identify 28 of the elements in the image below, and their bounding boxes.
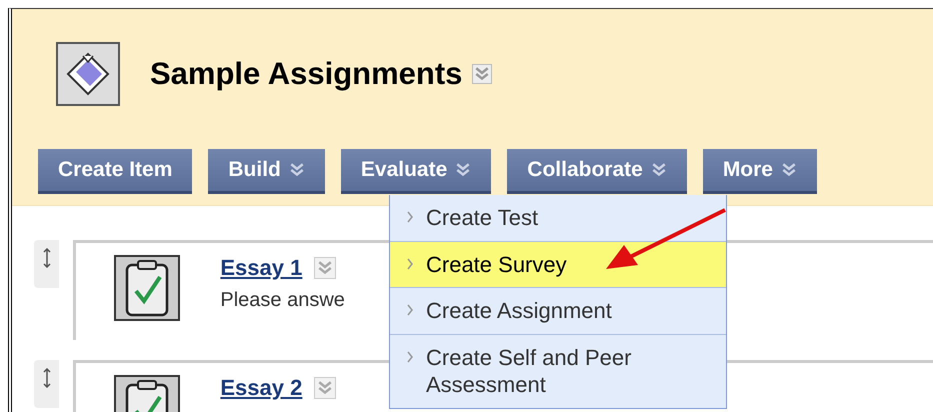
chevron-icon <box>650 162 667 178</box>
drag-handle[interactable] <box>34 360 60 408</box>
toolbar-button[interactable]: More <box>702 149 817 194</box>
menu-item[interactable]: Create Survey <box>390 240 726 287</box>
clipboard-icon <box>114 255 180 321</box>
drag-handle[interactable] <box>34 240 60 288</box>
chevron-icon <box>472 64 492 84</box>
menu-item[interactable]: Create Test <box>390 195 726 240</box>
chevron-right-icon <box>406 256 414 270</box>
toolbar-button[interactable]: Evaluate <box>340 149 492 194</box>
item-title-link[interactable]: Essay 2 <box>220 375 302 401</box>
course-icon <box>56 42 120 106</box>
chevron-icon <box>314 257 336 279</box>
item-title-link[interactable]: Essay 1 <box>220 255 302 281</box>
item-description: Please answe <box>220 289 345 312</box>
chevron-right-icon <box>406 210 414 224</box>
toolbar-button[interactable]: Build <box>208 149 325 194</box>
toolbar-button[interactable]: Create Item <box>38 149 192 194</box>
menu-item[interactable]: Create Assignment <box>390 287 726 334</box>
toolbar-button[interactable]: Collaborate <box>507 149 687 194</box>
chevron-icon <box>781 162 797 178</box>
chevron-right-icon <box>406 350 414 364</box>
menu-item[interactable]: Create Self and Peer Assessment <box>390 334 726 408</box>
chevron-right-icon <box>406 303 414 317</box>
course-title: Sample Assignments <box>150 56 462 92</box>
chevron-icon <box>455 162 472 178</box>
chevron-icon <box>314 377 336 399</box>
chevron-icon <box>288 162 305 178</box>
